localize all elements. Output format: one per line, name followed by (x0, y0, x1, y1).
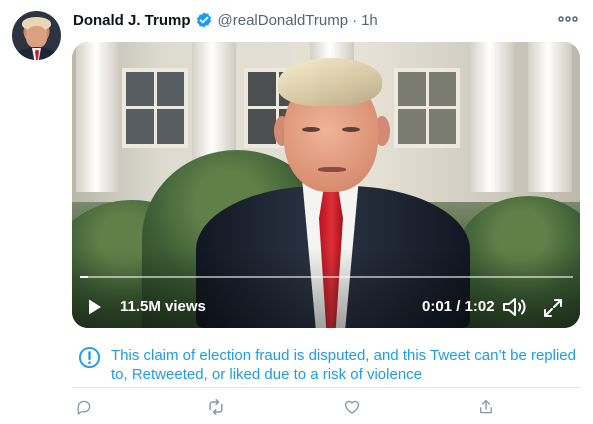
share-icon[interactable] (476, 397, 496, 417)
exclamation-circle-icon (78, 346, 101, 369)
avatar[interactable] (12, 11, 61, 60)
reply-icon[interactable] (74, 397, 94, 417)
retweet-icon[interactable] (206, 397, 226, 417)
video-progress-fill (80, 276, 88, 278)
like-icon[interactable] (342, 397, 362, 417)
tweet-header: Donald J. Trump @realDonaldTrump · 1h (73, 10, 378, 30)
author-display-name[interactable]: Donald J. Trump (73, 12, 191, 29)
more-options-icon[interactable] (557, 11, 579, 27)
disputed-claim-notice: This claim of election fraud is disputed… (78, 346, 579, 384)
divider (72, 387, 580, 388)
video-controls: 11.5M views 0:01 / 1:02 (72, 294, 580, 318)
video-time: 0:01 / 1:02 (422, 298, 495, 315)
play-icon[interactable] (87, 296, 109, 318)
video-player[interactable]: 11.5M views 0:01 / 1:02 (72, 42, 580, 328)
notice-text[interactable]: This claim of election fraud is disputed… (111, 346, 579, 384)
volume-icon[interactable] (501, 295, 527, 319)
view-count: 11.5M views (120, 298, 206, 315)
tweet-actions (72, 397, 580, 419)
verified-badge-icon (195, 11, 213, 29)
timestamp[interactable]: 1h (361, 12, 378, 29)
video-progress-bar[interactable] (80, 276, 573, 278)
fullscreen-icon[interactable] (541, 296, 565, 320)
author-handle[interactable]: @realDonaldTrump (218, 12, 349, 29)
separator: · (352, 11, 358, 29)
